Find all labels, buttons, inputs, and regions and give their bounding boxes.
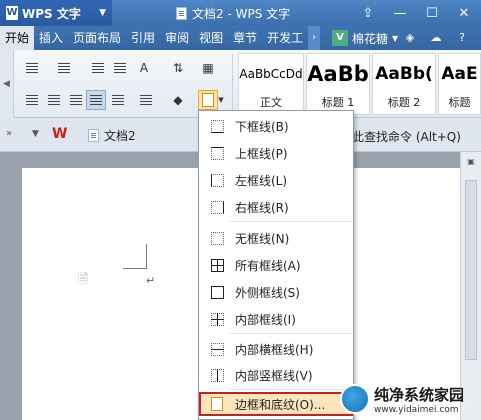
menu-item-borders-and-shading[interactable]: 边框和底纹(O)...: [199, 392, 353, 416]
right-border-icon: [210, 200, 224, 214]
pin-ribbon-button[interactable]: ⇪: [353, 0, 383, 26]
increase-indent-button[interactable]: [110, 58, 130, 78]
crop-mark: [146, 244, 147, 268]
justify-button[interactable]: [86, 90, 106, 110]
menu-item-left-border[interactable]: 左框线(L): [201, 168, 351, 192]
minimize-button[interactable]: —: [385, 0, 415, 26]
menu-item-bottom-border[interactable]: 下框线(B): [201, 114, 351, 138]
borders-and-shading-icon: [211, 397, 223, 411]
inside-vertical-border-icon: [210, 368, 224, 382]
borders-button[interactable]: [198, 90, 218, 110]
top-border-icon: [210, 146, 224, 160]
ribbon-scroll-left-icon[interactable]: ◀: [0, 50, 14, 118]
table-grid-icon[interactable]: ▦: [198, 58, 218, 78]
app-menu-button[interactable]: W WPS 文字 ▼: [0, 0, 112, 26]
menu-item-inside-vertical-border[interactable]: 内部竖框线(V): [201, 363, 351, 387]
tab-document[interactable]: 文档2: [78, 124, 146, 146]
inside-horizontal-border-icon: [210, 342, 224, 356]
watermark-url: www.yidaimei.com: [374, 404, 459, 415]
menu-item-all-borders[interactable]: 所有框线(A): [201, 253, 351, 277]
crop-mark: [123, 268, 147, 269]
left-border-icon: [210, 173, 224, 187]
site-logo-icon: [340, 384, 370, 414]
document-icon: [88, 128, 99, 142]
font-size-grow-icon[interactable]: A: [134, 58, 154, 78]
line-spacing-button[interactable]: [136, 90, 156, 110]
chevron-down-icon[interactable]: ▼: [216, 90, 226, 110]
site-watermark: 纯净系统家园 www.yidaimei.com: [340, 378, 481, 420]
menu-item-inside-horizontal-border[interactable]: 内部横框线(H): [201, 337, 351, 361]
tab-view[interactable]: 视图: [194, 26, 228, 50]
no-border-icon: [210, 231, 224, 245]
document-icon: [176, 7, 187, 20]
window-title: 文档2 - WPS 文字: [176, 5, 290, 22]
cloud-icon[interactable]: ☁: [428, 30, 444, 46]
align-right-button[interactable]: [66, 90, 86, 110]
decrease-indent-button[interactable]: [88, 58, 108, 78]
menu-item-top-border[interactable]: 上框线(P): [201, 141, 351, 165]
user-name: 棉花糖: [352, 31, 389, 46]
distributed-align-button[interactable]: [108, 90, 128, 110]
borders-dropdown-menu: 下框线(B) 上框线(P) 左框线(L) 右框线(R) 无框线(N) 所有框线(…: [198, 110, 354, 420]
tab-home[interactable]: 开始: [0, 26, 35, 50]
chevron-down-icon[interactable]: ▼: [32, 129, 39, 139]
tab-review[interactable]: 审阅: [160, 26, 194, 50]
scrollbar-thumb[interactable]: [465, 180, 477, 360]
chevron-down-icon: ▼: [392, 33, 399, 43]
shading-fill-icon[interactable]: ◆: [168, 90, 188, 110]
scroll-up-icon[interactable]: ▣: [465, 156, 477, 168]
style-heading-1[interactable]: AaBb 标题 1: [306, 53, 370, 115]
style-title[interactable]: AaE 标题: [438, 53, 481, 115]
tab-insert[interactable]: 插入: [34, 26, 68, 50]
app-name: WPS 文字: [22, 6, 81, 21]
bullets-button[interactable]: [22, 58, 42, 78]
title-bar: W WPS 文字 ▼ 文档2 - WPS 文字 ⇪ — ☐ ✕: [0, 0, 481, 26]
user-account[interactable]: V 棉花糖 ▼: [332, 26, 398, 50]
all-borders-icon: [210, 258, 224, 272]
tab-references[interactable]: 引用: [126, 26, 160, 50]
menu-item-outside-borders[interactable]: 外侧框线(S): [201, 280, 351, 304]
align-center-button[interactable]: [44, 90, 64, 110]
user-avatar: V: [332, 30, 348, 46]
wps-home-icon[interactable]: W: [52, 126, 67, 142]
nav-double-arrow-icon[interactable]: »: [6, 128, 12, 139]
menu-item-no-border[interactable]: 无框线(N): [201, 226, 351, 250]
bottom-border-icon: [210, 119, 224, 133]
inside-borders-icon: [210, 312, 224, 326]
command-search[interactable]: 点此查找命令 (Alt+Q): [340, 128, 461, 145]
document-tab-label: 文档2: [104, 128, 136, 143]
maximize-button[interactable]: ☐: [417, 0, 447, 26]
sort-icon[interactable]: ⇅: [168, 58, 188, 78]
ribbon: ◀ A ⇅ ▦ ◆ ▼ AaBbCcDd 正文 AaBb 标题 1 AaBb( …: [0, 50, 481, 118]
menu-item-inside-borders[interactable]: 内部框线(I): [201, 307, 351, 331]
chevron-down-icon: ▼: [99, 8, 106, 18]
tabs-more-arrow-icon[interactable]: ›: [308, 26, 321, 50]
wps-logo-icon: W: [6, 6, 18, 20]
tab-page-layout[interactable]: 页面布局: [68, 26, 126, 50]
style-normal[interactable]: AaBbCcDd 正文: [238, 53, 304, 115]
style-heading-2[interactable]: AaBb( 标题 2: [372, 53, 436, 115]
paragraph-mark-icon: ↵: [146, 274, 156, 287]
align-left-button[interactable]: [22, 90, 42, 110]
numbering-button[interactable]: [54, 58, 74, 78]
watermark-title: 纯净系统家园: [374, 385, 465, 404]
menu-item-right-border[interactable]: 右框线(R): [201, 195, 351, 219]
close-button[interactable]: ✕: [449, 0, 479, 26]
help-icon[interactable]: ?: [454, 30, 470, 46]
floating-toolbar-icon[interactable]: 🗎: [78, 270, 92, 287]
outside-borders-icon: [210, 285, 224, 299]
tab-section[interactable]: 章节: [228, 26, 262, 50]
skin-icon[interactable]: ◈: [402, 30, 418, 46]
window-title-text: 文档2 - WPS 文字: [192, 7, 291, 21]
tab-developer[interactable]: 开发工: [262, 26, 308, 50]
